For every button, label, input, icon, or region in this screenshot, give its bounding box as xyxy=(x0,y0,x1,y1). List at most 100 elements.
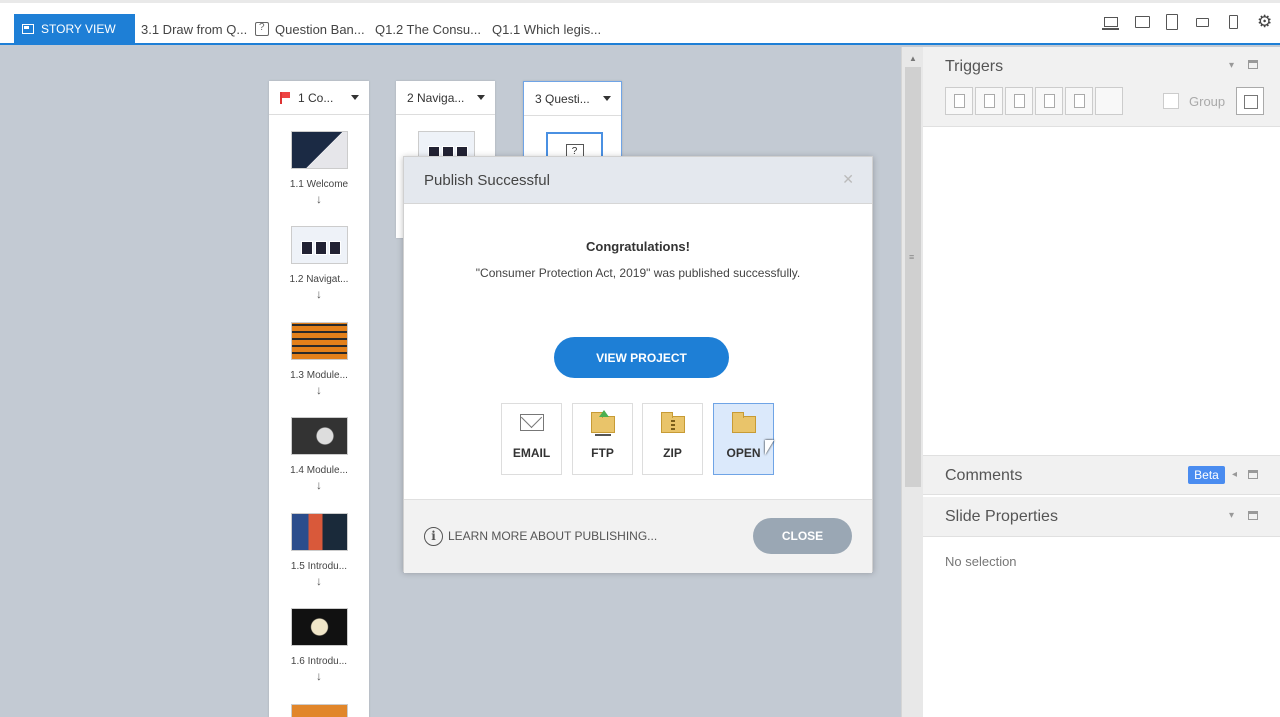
tab-label: 3.1 Draw from Q... xyxy=(141,22,248,37)
delete-trigger-button[interactable] xyxy=(1065,87,1093,115)
scene-label: 3 Questi... xyxy=(535,91,590,106)
minimize-panel-icon[interactable] xyxy=(1248,60,1258,69)
slide-item[interactable]: 1.1 Welcome ↓ xyxy=(269,131,369,206)
comments-panel-header[interactable]: Comments Beta ◂ xyxy=(923,455,1280,495)
scroll-up-icon[interactable]: ▲ xyxy=(909,54,917,63)
scene-header-1[interactable]: 1 Co... xyxy=(269,81,369,115)
scene-header-3[interactable]: 3 Questi... xyxy=(524,82,621,116)
tab-question-bank[interactable]: Question Ban... xyxy=(255,22,365,37)
publish-message: "Consumer Protection Act, 2019" was publ… xyxy=(475,266,801,280)
option-label: EMAIL xyxy=(512,446,551,460)
slide-thumbnail[interactable] xyxy=(290,704,348,717)
scene-label: 1 Co... xyxy=(298,90,334,105)
slide-thumbnail[interactable] xyxy=(290,513,348,551)
scrollbar-thumb[interactable] xyxy=(905,67,921,487)
email-option[interactable]: EMAIL xyxy=(501,403,562,475)
tab-q1-2[interactable]: Q1.2 The Consu... xyxy=(375,22,481,37)
tab-q1-1[interactable]: Q1.1 Which legis... xyxy=(492,22,601,37)
start-flag-icon xyxy=(280,91,290,104)
slide-properties-title: Slide Properties xyxy=(945,508,1058,525)
dialog-title: Publish Successful xyxy=(424,172,550,189)
story-view-label: STORY VIEW xyxy=(41,22,116,36)
top-border xyxy=(0,0,1280,3)
scene-header-2[interactable]: 2 Naviga... xyxy=(396,81,495,115)
chevron-down-icon[interactable]: ▾ xyxy=(1229,510,1234,521)
option-label: ZIP xyxy=(663,446,682,460)
slide-thumbnail[interactable] xyxy=(290,608,348,646)
splitter-grip-icon[interactable]: ≡ xyxy=(909,252,914,262)
vertical-scrollbar[interactable]: ▲ ≡ xyxy=(901,47,923,717)
slide-item[interactable]: 1.3 Module... ↓ xyxy=(269,322,369,397)
copy-trigger-button[interactable] xyxy=(1005,87,1033,115)
slide-label: 1.3 Module... xyxy=(290,370,348,381)
slide-thumbnail[interactable] xyxy=(290,417,348,455)
open-folder-icon xyxy=(732,412,756,433)
tablet-portrait-icon[interactable] xyxy=(1166,14,1178,30)
slide-label: 1.1 Welcome xyxy=(289,179,349,190)
slide-label: 1.2 Navigat... xyxy=(289,274,349,285)
slide-item[interactable] xyxy=(269,704,369,717)
dialog-header: Publish Successful ✕ xyxy=(404,157,872,204)
close-icon[interactable]: ✕ xyxy=(842,171,854,188)
slide-thumbnail[interactable] xyxy=(290,226,348,264)
chevron-down-icon[interactable] xyxy=(477,95,485,100)
slide-label: 1.6 Introdu... xyxy=(290,656,348,667)
down-arrow-icon: ↓ xyxy=(316,383,322,397)
tab-label: Q1.2 The Consu... xyxy=(375,22,481,37)
down-arrow-icon: ↓ xyxy=(316,669,322,683)
slide-item[interactable]: 1.5 Introdu... ↓ xyxy=(269,513,369,588)
down-arrow-icon: ↓ xyxy=(316,478,322,492)
zip-option[interactable]: ZIP xyxy=(642,403,703,475)
group-checkbox[interactable] xyxy=(1163,93,1179,109)
minimize-panel-icon[interactable] xyxy=(1248,470,1258,479)
down-arrow-icon: ↓ xyxy=(316,574,322,588)
slide-thumbnail[interactable] xyxy=(290,131,348,169)
triggers-panel-header: Triggers ▾ Group xyxy=(923,47,1280,127)
close-button[interactable]: CLOSE xyxy=(753,518,852,554)
slide-item[interactable]: 1.4 Module... ↓ xyxy=(269,417,369,492)
story-view-icon xyxy=(22,24,34,34)
slide-item[interactable]: 1.6 Introdu... ↓ xyxy=(269,608,369,683)
comments-title: Comments xyxy=(945,467,1023,484)
network-icon xyxy=(595,434,611,436)
minimize-panel-icon[interactable] xyxy=(1248,511,1258,520)
envelope-icon xyxy=(520,414,544,431)
slide-item[interactable]: 1.2 Navigat... ↓ xyxy=(269,226,369,301)
scene-label: 2 Naviga... xyxy=(407,90,465,105)
view-project-button[interactable]: VIEW PROJECT xyxy=(554,337,729,378)
dialog-footer: i LEARN MORE ABOUT PUBLISHING... CLOSE xyxy=(404,499,872,573)
zipper-icon xyxy=(671,419,675,430)
chevron-down-icon[interactable] xyxy=(603,96,611,101)
export-trigger-button[interactable] xyxy=(1236,87,1264,115)
down-arrow-icon: ↓ xyxy=(316,287,322,301)
question-bank-icon xyxy=(255,22,269,36)
phone-landscape-icon[interactable] xyxy=(1196,18,1209,27)
chevron-left-icon[interactable]: ◂ xyxy=(1232,469,1237,480)
reorder-trigger-button[interactable] xyxy=(1095,87,1123,115)
slide-properties-header[interactable]: Slide Properties ▾ xyxy=(923,497,1280,537)
open-option[interactable]: OPEN xyxy=(713,403,774,475)
story-view-tab[interactable]: STORY VIEW xyxy=(14,14,135,44)
chevron-down-icon[interactable] xyxy=(351,95,359,100)
right-panel: Triggers ▾ Group Comments Beta ◂ Slide P… xyxy=(923,47,1280,717)
desktop-icon[interactable] xyxy=(1102,17,1119,30)
scene-column-1: 1 Co... 1.1 Welcome ↓ 1.2 Navigat... ↓ 1… xyxy=(269,81,369,717)
ftp-folder-icon xyxy=(591,412,615,433)
tablet-landscape-icon[interactable] xyxy=(1135,16,1150,28)
info-icon: i xyxy=(424,527,443,546)
publish-dialog: Publish Successful ✕ Congratulations! "C… xyxy=(403,156,873,573)
triggers-title: Triggers xyxy=(945,58,1004,75)
paste-trigger-button[interactable] xyxy=(1035,87,1063,115)
down-arrow-icon: ↓ xyxy=(316,192,322,206)
learn-more-link[interactable]: LEARN MORE ABOUT PUBLISHING... xyxy=(448,529,657,543)
slide-label: 1.4 Module... xyxy=(290,465,348,476)
ftp-option[interactable]: FTP xyxy=(572,403,633,475)
slide-thumbnail[interactable] xyxy=(290,322,348,360)
edit-trigger-button[interactable] xyxy=(975,87,1003,115)
tab-draw-from-q[interactable]: 3.1 Draw from Q... xyxy=(141,22,247,37)
gear-icon[interactable]: ⚙ xyxy=(1257,12,1272,32)
chevron-down-icon[interactable]: ▾ xyxy=(1229,60,1234,71)
new-trigger-button[interactable] xyxy=(945,87,973,115)
beta-badge: Beta xyxy=(1188,466,1225,484)
phone-portrait-icon[interactable] xyxy=(1229,15,1238,29)
